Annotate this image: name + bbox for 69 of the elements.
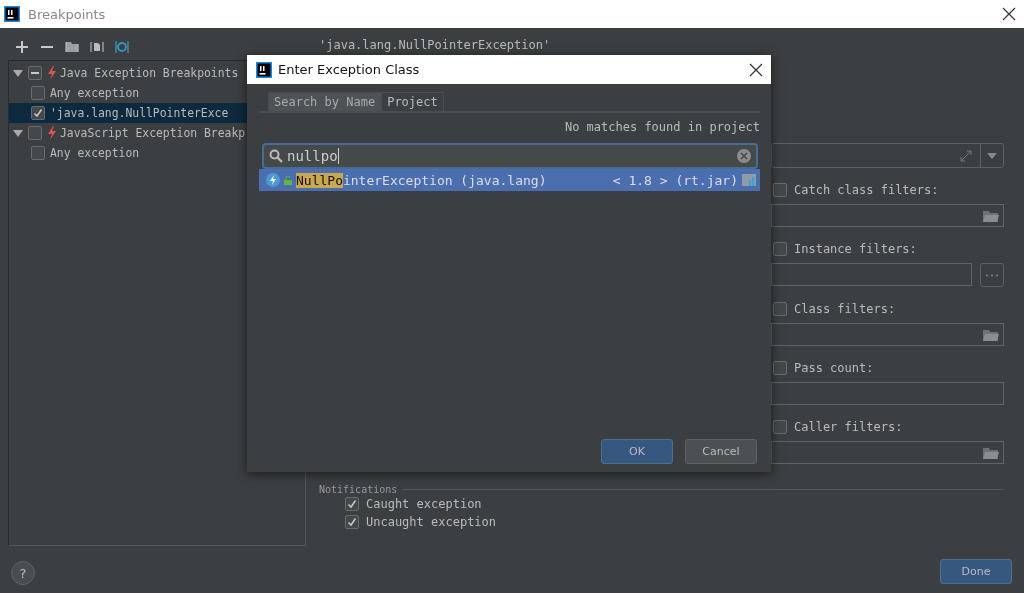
breakpoint-title: 'java.lang.NullPointerException': [319, 38, 552, 54]
checkbox[interactable]: [28, 126, 42, 140]
tab[interactable]: Project: [381, 92, 444, 111]
checkbox-label: Uncaught exception: [366, 515, 497, 529]
caret-icon: [987, 152, 997, 159]
exception-class-icon: [266, 173, 280, 187]
tree-item-label: 'java.lang.NullPointerExce: [50, 106, 229, 120]
tab[interactable]: Search by Name: [268, 92, 382, 111]
checkbox[interactable]: [773, 183, 787, 197]
checkbox[interactable]: [345, 515, 359, 529]
text-field[interactable]: [771, 382, 1004, 405]
checkbox[interactable]: [31, 86, 45, 100]
text-field[interactable]: [771, 263, 972, 286]
folder-icon[interactable]: [983, 446, 999, 459]
padlock-icon: [284, 175, 292, 185]
circle-icon[interactable]: [115, 40, 129, 54]
lightning-icon: [47, 126, 57, 140]
clear-icon[interactable]: [737, 149, 751, 163]
filter-label: Class filters:: [794, 302, 896, 316]
text-field[interactable]: [771, 441, 1004, 464]
section-title: Notifications: [319, 484, 398, 495]
done-button[interactable]: Done: [940, 559, 1012, 584]
folder-icon[interactable]: [983, 328, 999, 341]
close-icon[interactable]: [749, 62, 763, 77]
checkmark-icon: [33, 108, 43, 118]
tree-item[interactable]: JavaScript Exception Breakp: [9, 123, 305, 143]
checkbox[interactable]: [31, 106, 45, 120]
condition-field[interactable]: [771, 143, 1004, 168]
folder-icon[interactable]: [65, 40, 79, 54]
tree-item-label: Any exception: [50, 86, 140, 100]
filter-label: Instance filters:: [794, 242, 917, 256]
app-logo-icon: [256, 61, 272, 78]
ellipsis-icon: [985, 273, 999, 277]
checkbox-label: Caught exception: [366, 497, 482, 511]
tree-item-label: JavaScript Exception Breakp: [60, 126, 246, 140]
cancel-button[interactable]: Cancel: [685, 439, 757, 464]
window-title: Breakpoints: [28, 6, 107, 22]
folder-icon[interactable]: [983, 209, 999, 222]
search-icon: [269, 149, 283, 163]
expanded-arrow-icon[interactable]: [13, 68, 23, 78]
tree-item-label: Any exception: [50, 146, 140, 160]
tree-item-label: Java Exception Breakpoints: [60, 66, 239, 80]
help-button[interactable]: ?: [11, 561, 35, 585]
expand-icon[interactable]: [960, 149, 972, 162]
checkbox[interactable]: [773, 242, 787, 256]
add-icon[interactable]: [15, 40, 29, 54]
checkbox[interactable]: [773, 302, 787, 316]
text-field[interactable]: [771, 204, 1004, 227]
checkbox[interactable]: [31, 146, 45, 160]
filter-label: Caller filters:: [794, 420, 903, 434]
library-icon: [742, 174, 756, 186]
more-button[interactable]: [980, 263, 1004, 287]
text-field[interactable]: [771, 323, 1004, 346]
checkbox[interactable]: [773, 361, 787, 375]
checkbox[interactable]: [773, 420, 787, 434]
search-text: nullpo: [287, 148, 338, 164]
dialog-title: Enter Exception Class: [278, 62, 421, 77]
document-icon[interactable]: [90, 40, 104, 54]
expanded-arrow-icon[interactable]: [13, 128, 23, 138]
ok-button[interactable]: OK: [601, 439, 673, 464]
filter-label: Catch class filters:: [794, 183, 939, 197]
status-message: No matches found in project: [563, 120, 760, 136]
result-location: < 1.8 > (rt.jar): [612, 172, 738, 188]
close-icon[interactable]: [1002, 7, 1016, 21]
filter-label: Pass count:: [794, 361, 874, 375]
app-logo-icon: [4, 6, 20, 22]
search-field[interactable]: nullpo: [262, 143, 758, 169]
lightning-icon: [47, 66, 57, 80]
checkbox[interactable]: [345, 497, 359, 511]
